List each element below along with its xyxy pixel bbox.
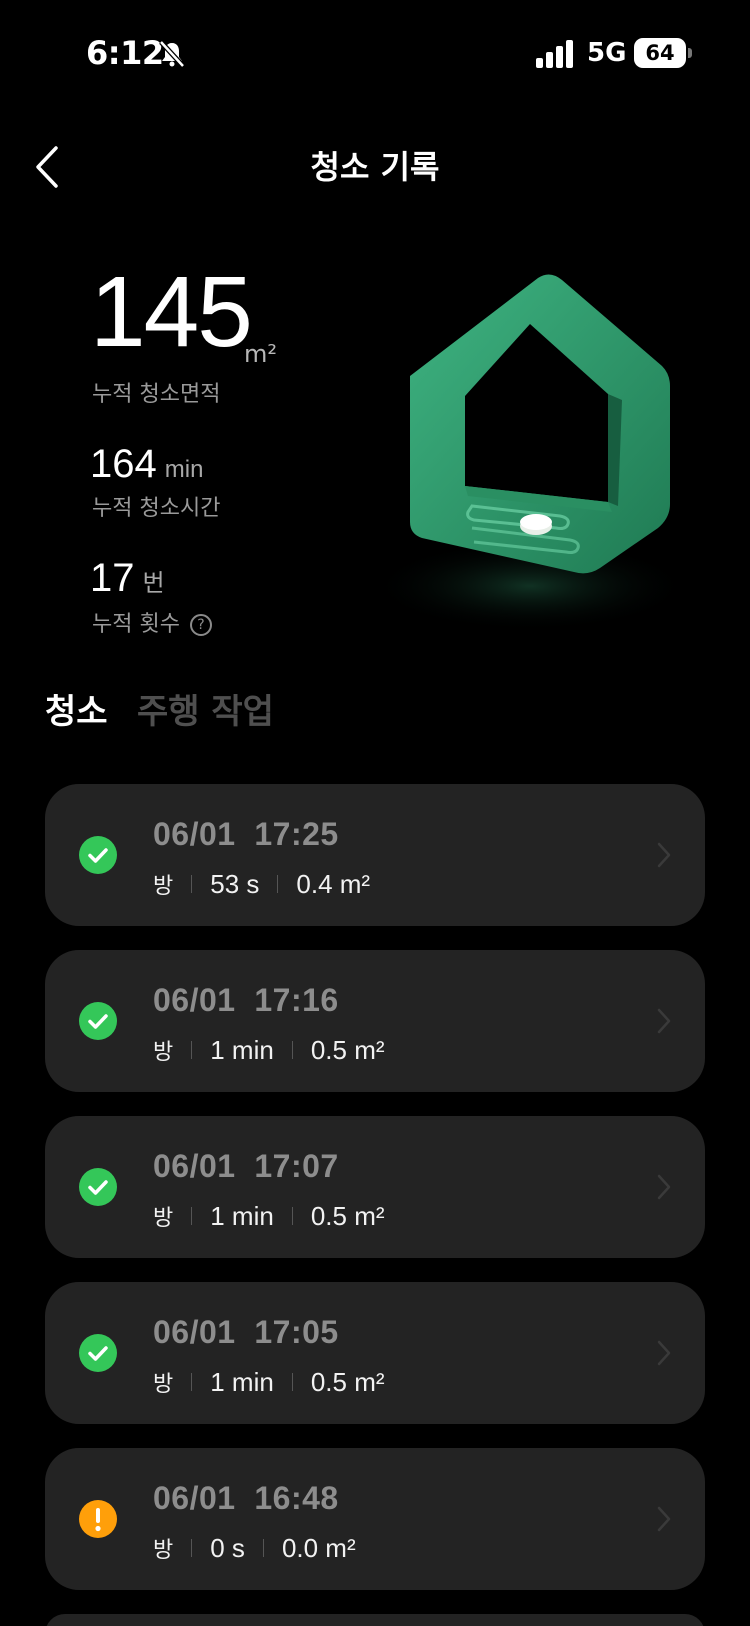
record-meta: 방 1 min 0.5 m² [153,1366,385,1398]
divider [277,875,279,893]
chevron-right-icon [657,1008,671,1034]
record-duration: 1 min [210,1034,274,1065]
record-area: 0.5 m² [310,1200,385,1231]
record-duration: 0 s [210,1532,245,1563]
record-meta: 방 1 min 0.5 m² [153,1034,385,1066]
record-duration: 53 s [210,868,260,899]
record-datetime: 06/01 17:05 [153,1314,339,1351]
record-date: 06/01 [153,816,236,852]
help-icon[interactable]: ? [189,614,212,636]
record-card[interactable]: 06/01 17:05 방 1 min 0.5 m² [45,1282,705,1424]
total-count-label: 누적 횟수 [92,612,180,637]
record-area: 0.4 m² [296,868,371,899]
record-area: 0.0 m² [281,1532,356,1563]
total-count-unit: 번 [142,570,165,597]
record-card[interactable]: 06/01 17:07 방 1 min 0.5 m² [45,1116,705,1258]
record-time: 17:16 [254,982,339,1018]
record-meta: 방 1 min 0.5 m² [153,1200,385,1232]
battery-tip [688,48,692,58]
total-area-value: 145 [90,256,253,368]
record-room: 방 [153,1372,174,1397]
record-card-partial[interactable] [45,1614,705,1626]
total-area-unit: m² [244,340,277,368]
record-datetime: 06/01 17:25 [153,816,339,853]
battery-icon: 64 [634,38,686,68]
record-card[interactable]: 06/01 17:25 방 53 s 0.4 m² [45,784,705,926]
record-time: 17:25 [254,816,339,852]
chevron-right-icon [657,842,671,868]
status-time: 6:12 [86,34,164,72]
record-area: 0.5 m² [310,1366,385,1397]
divider [191,875,193,893]
check-circle-icon [79,1168,117,1206]
divider [191,1041,193,1059]
total-time-unit: min [164,456,204,483]
total-time-value: 164 [90,442,157,486]
record-duration: 1 min [210,1366,274,1397]
divider [191,1207,193,1225]
record-date: 06/01 [153,982,236,1018]
total-time-stat: 164 min [90,444,203,484]
page-title: 청소 기록 [310,148,440,186]
house-robot-illustration [370,274,690,632]
divider [291,1041,293,1059]
signal-icon [536,40,573,68]
total-count-row: 누적 횟수? [92,606,212,638]
divider [191,1373,193,1391]
record-time: 17:07 [254,1148,339,1184]
record-time: 16:48 [254,1480,339,1516]
total-time-label: 누적 청소시간 [92,496,221,521]
record-datetime: 06/01 16:48 [153,1480,339,1517]
check-circle-icon [79,1002,117,1040]
record-datetime: 06/01 17:07 [153,1148,339,1185]
record-card[interactable]: 06/01 16:48 방 0 s 0.0 m² [45,1448,705,1590]
tab-cleaning[interactable]: 청소 [45,684,108,733]
record-time: 17:05 [254,1314,339,1350]
total-count-stat: 17 번 [90,558,165,598]
record-room: 방 [153,874,174,899]
tab-driving-tasks[interactable]: 주행 작업 [137,684,274,733]
record-datetime: 06/01 17:16 [153,982,339,1019]
record-area: 0.5 m² [310,1034,385,1065]
record-date: 06/01 [153,1148,236,1184]
record-card[interactable]: 06/01 17:16 방 1 min 0.5 m² [45,950,705,1092]
total-count-value: 17 [90,556,135,600]
chevron-right-icon [657,1506,671,1532]
record-room: 방 [153,1040,174,1065]
chevron-right-icon [657,1340,671,1366]
record-room: 방 [153,1538,174,1563]
record-meta: 방 53 s 0.4 m² [153,868,370,900]
check-circle-icon [79,836,117,874]
record-meta: 방 0 s 0.0 m² [153,1532,356,1564]
divider [191,1539,193,1557]
record-duration: 1 min [210,1200,274,1231]
record-date: 06/01 [153,1314,236,1350]
status-bar: 6:12 5G 64 [0,0,750,110]
divider [291,1373,293,1391]
chevron-right-icon [657,1174,671,1200]
total-area-label: 누적 청소면적 [92,382,221,407]
check-circle-icon [79,1334,117,1372]
divider [262,1539,264,1557]
record-date: 06/01 [153,1480,236,1516]
warning-icon [79,1500,117,1538]
bell-muted-icon [159,40,185,68]
record-room: 방 [153,1206,174,1231]
divider [291,1207,293,1225]
network-label: 5G [587,38,627,68]
